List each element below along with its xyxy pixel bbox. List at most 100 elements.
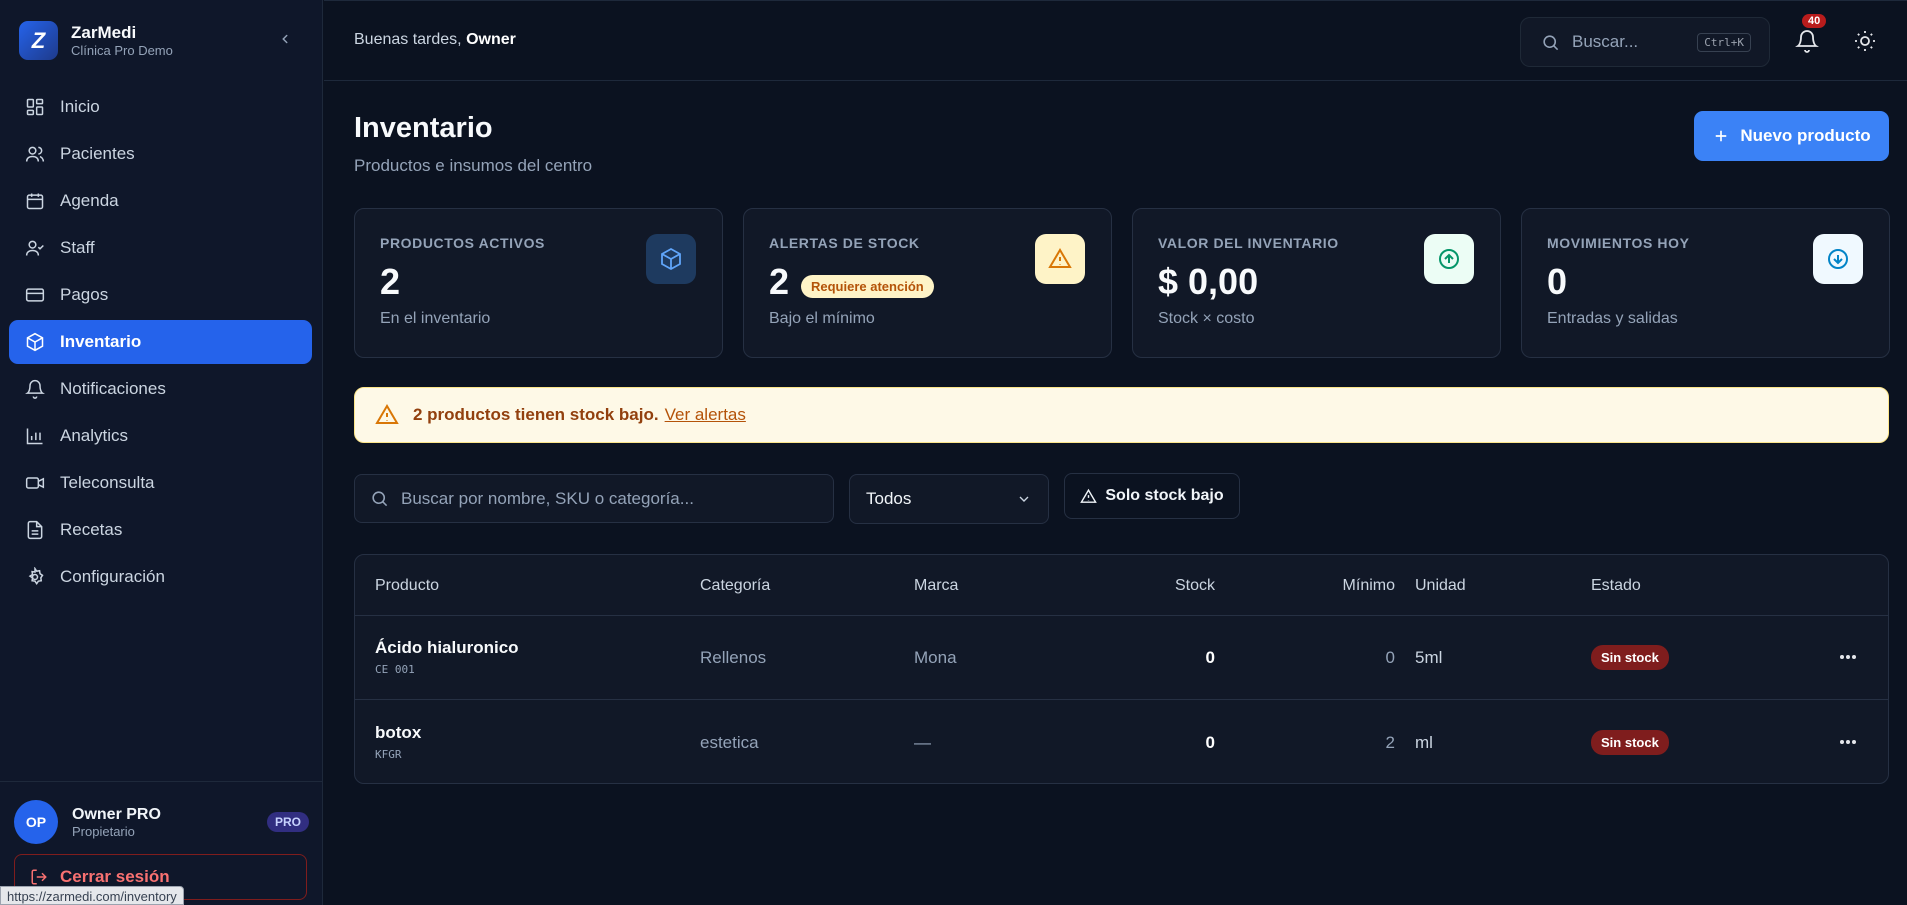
column-header[interactable]: Producto bbox=[375, 577, 439, 595]
low-stock-filter-button[interactable]: Solo stock bajo bbox=[1064, 473, 1240, 519]
stat-desc: Stock × costo bbox=[1158, 310, 1255, 327]
stat-card-alertas-stock: ALERTAS DE STOCK 2 Requiere atención Baj… bbox=[743, 208, 1112, 358]
stat-value: 2 bbox=[769, 261, 790, 302]
product-search-input[interactable] bbox=[401, 488, 821, 509]
user-profile[interactable]: OP Owner PRO Propietario PRO bbox=[14, 800, 309, 844]
sidebar-item-staff[interactable]: Staff bbox=[9, 226, 312, 270]
stock-cell: 0 bbox=[1205, 733, 1215, 752]
theme-toggle-button[interactable] bbox=[1850, 26, 1880, 56]
top-bar: Buenas tardes, Owner Buscar... Ctrl+K 40 bbox=[324, 0, 1907, 81]
status-bar-url: https://zarmedi.com/inventory bbox=[0, 886, 184, 905]
brand[interactable]: Z ZarMedi Clínica Pro Demo bbox=[19, 21, 173, 60]
table-header: Producto Categoría Marca Stock Mínimo Un… bbox=[355, 555, 1888, 616]
plan-badge: PRO bbox=[266, 812, 309, 832]
status-badge: Sin stock bbox=[1591, 730, 1669, 755]
product-sku: KFGR bbox=[375, 748, 402, 761]
warning-icon bbox=[375, 403, 399, 427]
sidebar-item-label: Recetas bbox=[60, 520, 123, 539]
sidebar-item-recetas[interactable]: Recetas bbox=[9, 508, 312, 552]
row-actions-button[interactable] bbox=[1835, 731, 1861, 753]
search-icon bbox=[1543, 34, 1559, 50]
stat-desc: Bajo el mínimo bbox=[769, 310, 875, 327]
new-product-button[interactable]: Nuevo producto bbox=[1694, 111, 1889, 161]
column-header[interactable]: Estado bbox=[1591, 577, 1641, 595]
greeting: Buenas tardes, Owner bbox=[354, 31, 516, 49]
chevron-left-icon bbox=[282, 34, 288, 44]
arrow-down-circle-icon bbox=[1813, 234, 1863, 284]
column-header[interactable]: Stock bbox=[1115, 577, 1215, 595]
unit-cell: ml bbox=[1415, 733, 1433, 752]
stat-label: MOVIMIENTOS HOY bbox=[1547, 235, 1690, 251]
brand-subtitle: Clínica Pro Demo bbox=[71, 42, 173, 58]
category-cell: Rellenos bbox=[700, 648, 767, 667]
column-header[interactable]: Categoría bbox=[700, 577, 770, 595]
sidebar-item-teleconsulta[interactable]: Teleconsulta bbox=[9, 461, 312, 505]
credit-card-icon bbox=[24, 284, 46, 306]
sidebar-item-label: Pagos bbox=[60, 285, 109, 304]
brand-cell: — bbox=[914, 733, 931, 752]
sidebar-item-inventario[interactable]: Inventario bbox=[9, 320, 312, 364]
stat-label: VALOR DEL INVENTARIO bbox=[1158, 235, 1339, 251]
stat-label: ALERTAS DE STOCK bbox=[769, 235, 920, 251]
arrow-up-circle-icon bbox=[1424, 234, 1474, 284]
sidebar-item-label: Inventario bbox=[60, 332, 142, 351]
package-icon bbox=[24, 331, 46, 353]
settings-icon bbox=[24, 566, 46, 588]
alert-message: 2 productos tienen stock bajo. bbox=[413, 405, 659, 424]
low-stock-filter-label: Solo stock bajo bbox=[1105, 487, 1224, 504]
sidebar-nav: Inicio Pacientes Agenda Staff Pagos Inve… bbox=[9, 85, 312, 602]
collapse-sidebar-button[interactable] bbox=[274, 28, 296, 50]
user-name: Owner PRO bbox=[72, 805, 161, 823]
sidebar-item-label: Notificaciones bbox=[60, 379, 166, 398]
sidebar-item-agenda[interactable]: Agenda bbox=[9, 179, 312, 223]
sidebar-item-pacientes[interactable]: Pacientes bbox=[9, 132, 312, 176]
more-horizontal-icon bbox=[1840, 740, 1856, 744]
sun-icon bbox=[1855, 31, 1875, 51]
stat-label: PRODUCTOS ACTIVOS bbox=[380, 235, 545, 251]
category-select[interactable]: Todos bbox=[849, 474, 1049, 524]
stat-card-movimientos-hoy: MOVIMIENTOS HOY 0 Entradas y salidas bbox=[1521, 208, 1890, 358]
brand-logo: Z bbox=[19, 21, 58, 60]
greeting-name: Owner bbox=[466, 31, 516, 48]
package-icon bbox=[646, 234, 696, 284]
page-title: Inventario bbox=[354, 112, 493, 144]
low-stock-alert: 2 productos tienen stock bajo. Ver alert… bbox=[354, 387, 1889, 443]
attention-badge: Requiere atención bbox=[801, 275, 934, 298]
page-subtitle: Productos e insumos del centro bbox=[354, 156, 593, 175]
bell-icon bbox=[1795, 30, 1819, 53]
warning-icon bbox=[1080, 488, 1098, 505]
notifications-button[interactable] bbox=[1792, 26, 1822, 56]
row-actions-button[interactable] bbox=[1835, 646, 1861, 668]
column-header[interactable]: Mínimo bbox=[1295, 577, 1395, 595]
search-shortcut: Ctrl+K bbox=[1697, 32, 1751, 52]
category-select-value: Todos bbox=[866, 489, 912, 508]
sidebar-item-pagos[interactable]: Pagos bbox=[9, 273, 312, 317]
chevron-down-icon bbox=[1019, 496, 1029, 502]
product-sku: CE 001 bbox=[375, 663, 415, 676]
sidebar-item-inicio[interactable]: Inicio bbox=[9, 85, 312, 129]
brand-name: ZarMedi bbox=[71, 22, 137, 42]
more-horizontal-icon bbox=[1840, 655, 1856, 659]
table-row[interactable]: Ácido hialuronico CE 001 Rellenos Mona 0… bbox=[355, 616, 1888, 700]
sidebar-item-configuracion[interactable]: Configuración bbox=[9, 555, 312, 599]
column-header[interactable]: Unidad bbox=[1415, 577, 1466, 595]
product-cell: botox KFGR bbox=[375, 723, 421, 761]
sidebar-item-label: Agenda bbox=[60, 191, 119, 210]
sidebar-item-analytics[interactable]: Analytics bbox=[9, 414, 312, 458]
sidebar-item-notificaciones[interactable]: Notificaciones bbox=[9, 367, 312, 411]
bell-icon bbox=[24, 378, 46, 400]
stock-cell: 0 bbox=[1205, 648, 1215, 667]
global-search[interactable]: Buscar... Ctrl+K bbox=[1520, 17, 1770, 67]
search-placeholder: Buscar... bbox=[1572, 32, 1639, 51]
user-check-icon bbox=[24, 237, 46, 259]
category-cell: estetica bbox=[700, 733, 759, 752]
greeting-prefix: Buenas tardes, bbox=[354, 31, 462, 48]
stat-value: $ 0,00 bbox=[1158, 261, 1259, 302]
column-header[interactable]: Marca bbox=[914, 577, 958, 595]
view-alerts-link[interactable]: Ver alertas bbox=[665, 405, 746, 425]
minimum-cell: 2 bbox=[1385, 733, 1395, 752]
stat-desc: En el inventario bbox=[380, 310, 491, 327]
stat-value: 2 bbox=[380, 261, 401, 302]
table-row[interactable]: botox KFGR estetica — 0 2 ml Sin stock bbox=[355, 701, 1888, 783]
notification-count-badge: 40 bbox=[1802, 14, 1827, 28]
